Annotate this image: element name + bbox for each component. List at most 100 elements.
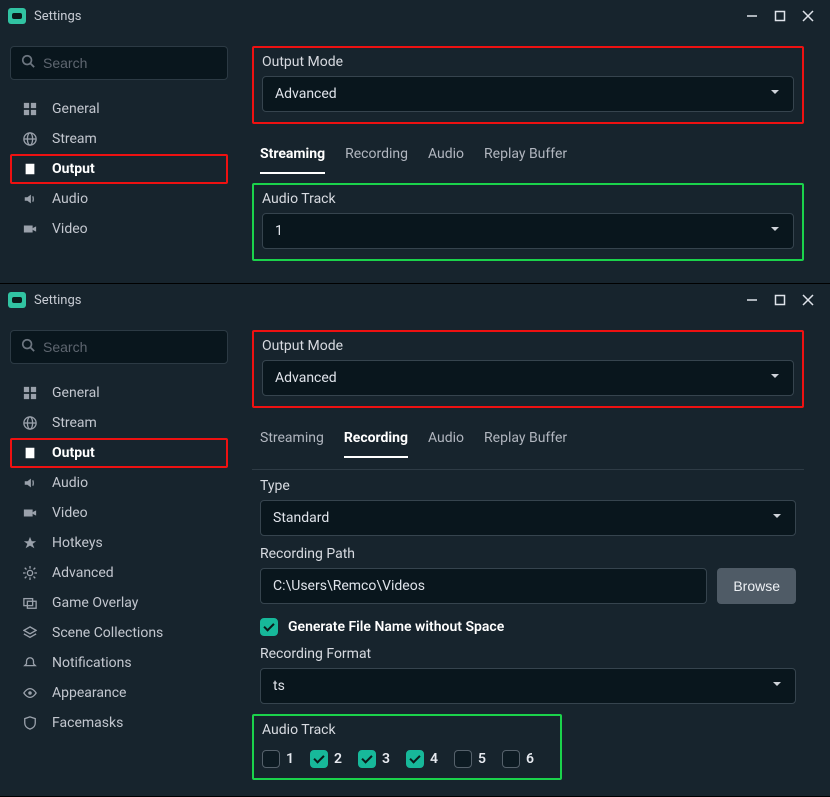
- recording-path-group: Recording Path C:\Users\Remco\Videos Bro…: [252, 546, 804, 604]
- star-icon: [20, 536, 40, 550]
- output-icon: [20, 446, 40, 460]
- select-value: Advanced: [275, 86, 337, 102]
- tab-streaming[interactable]: Streaming: [260, 426, 324, 458]
- chevron-down-icon: [769, 223, 781, 239]
- sidebar-item-audio[interactable]: Audio: [10, 468, 228, 498]
- sidebar-item-video[interactable]: Video: [10, 214, 228, 244]
- type-select[interactable]: Standard: [260, 500, 796, 536]
- shield-icon: [20, 716, 40, 730]
- close-button[interactable]: [794, 286, 822, 314]
- window-title: Settings: [34, 9, 81, 24]
- sidebar-item-advanced[interactable]: Advanced: [10, 558, 228, 588]
- settings-window-bottom: Settings General Stream Output Audio Vid…: [0, 284, 830, 797]
- tab-recording[interactable]: Recording: [344, 426, 408, 458]
- titlebar: Settings: [0, 284, 830, 316]
- output-tabs: Streaming Recording Audio Replay Buffer: [252, 414, 804, 459]
- sidebar-item-stream[interactable]: Stream: [10, 408, 228, 438]
- chevron-down-icon: [769, 370, 781, 386]
- output-mode-label: Output Mode: [262, 338, 794, 354]
- sidebar-item-scene-collections[interactable]: Scene Collections: [10, 618, 228, 648]
- audio-track-6-checkbox[interactable]: [502, 750, 520, 768]
- recording-format-select[interactable]: ts: [260, 668, 796, 704]
- main-panel: Output Mode Advanced Streaming Recording…: [238, 32, 830, 283]
- close-button[interactable]: [794, 2, 822, 30]
- window-title: Settings: [34, 293, 81, 308]
- audio-track-4-checkbox[interactable]: [406, 750, 424, 768]
- type-label: Type: [260, 478, 796, 494]
- app-icon: [8, 8, 26, 24]
- sidebar-item-audio[interactable]: Audio: [10, 184, 228, 214]
- tab-replay-buffer[interactable]: Replay Buffer: [484, 426, 567, 458]
- search-input[interactable]: [43, 55, 217, 71]
- sidebar-item-hotkeys[interactable]: Hotkeys: [10, 528, 228, 558]
- sidebar-item-notifications[interactable]: Notifications: [10, 648, 228, 678]
- output-mode-group: Output Mode Advanced: [252, 330, 804, 408]
- audio-track-5-checkbox[interactable]: [454, 750, 472, 768]
- sidebar-item-appearance[interactable]: Appearance: [10, 678, 228, 708]
- eye-icon: [20, 686, 40, 700]
- output-mode-select[interactable]: Advanced: [262, 360, 794, 396]
- audio-track-checkbox-group: Audio Track 1 2 3 4 5 6: [252, 714, 562, 780]
- audio-track-1-checkbox[interactable]: [262, 750, 280, 768]
- audio-track-2-checkbox[interactable]: [310, 750, 328, 768]
- track-label: 3: [382, 751, 390, 767]
- tab-audio[interactable]: Audio: [428, 142, 464, 174]
- tab-replay-buffer[interactable]: Replay Buffer: [484, 142, 567, 174]
- output-mode-label: Output Mode: [262, 54, 794, 70]
- sidebar-item-general[interactable]: General: [10, 378, 228, 408]
- track-label: 4: [430, 751, 438, 767]
- generate-filename-row: Generate File Name without Space: [252, 614, 804, 636]
- search-icon: [21, 54, 35, 72]
- sidebar-item-video[interactable]: Video: [10, 498, 228, 528]
- audio-track-select[interactable]: 1: [262, 213, 794, 249]
- globe-icon: [20, 416, 40, 430]
- sidebar-item-label: Audio: [52, 191, 88, 207]
- tab-audio[interactable]: Audio: [428, 426, 464, 458]
- search-icon: [21, 338, 35, 356]
- sidebar-item-general[interactable]: General: [10, 94, 228, 124]
- sidebar: General Stream Output Audio Video: [0, 32, 238, 283]
- search-field[interactable]: [10, 330, 228, 364]
- browse-button[interactable]: Browse: [717, 568, 796, 604]
- sidebar-item-facemasks[interactable]: Facemasks: [10, 708, 228, 738]
- video-icon: [20, 222, 40, 236]
- sidebar-item-label: Scene Collections: [52, 625, 163, 641]
- globe-icon: [20, 132, 40, 146]
- minimize-button[interactable]: [738, 2, 766, 30]
- minimize-button[interactable]: [738, 286, 766, 314]
- sidebar-item-label: Hotkeys: [52, 535, 103, 551]
- tab-streaming[interactable]: Streaming: [260, 142, 325, 174]
- recording-format-label: Recording Format: [260, 646, 796, 662]
- sidebar: General Stream Output Audio Video Hotkey…: [0, 316, 238, 796]
- sidebar-item-label: Facemasks: [52, 715, 123, 731]
- audio-track-label: Audio Track: [262, 722, 552, 738]
- sidebar-item-label: Audio: [52, 475, 88, 491]
- audio-track-3-checkbox[interactable]: [358, 750, 376, 768]
- sidebar-item-game-overlay[interactable]: Game Overlay: [10, 588, 228, 618]
- sidebar-item-label: Stream: [52, 131, 97, 147]
- maximize-button[interactable]: [766, 286, 794, 314]
- sidebar-item-stream[interactable]: Stream: [10, 124, 228, 154]
- separator: [252, 469, 804, 470]
- output-mode-select[interactable]: Advanced: [262, 76, 794, 112]
- sidebar-item-label: Output: [52, 161, 95, 177]
- track-label: 6: [526, 751, 534, 767]
- chevron-down-icon: [771, 678, 783, 694]
- output-tabs: Streaming Recording Audio Replay Buffer: [252, 130, 804, 175]
- speaker-icon: [20, 476, 40, 490]
- select-value: ts: [273, 678, 285, 694]
- sidebar-item-output[interactable]: Output: [10, 154, 228, 184]
- recording-path-input[interactable]: C:\Users\Remco\Videos: [260, 568, 707, 604]
- sidebar-item-label: Appearance: [52, 685, 126, 701]
- sidebar-item-label: Video: [52, 221, 88, 237]
- tab-recording[interactable]: Recording: [345, 142, 408, 174]
- generate-filename-checkbox[interactable]: [260, 618, 278, 636]
- search-field[interactable]: [10, 46, 228, 80]
- recording-format-group: Recording Format ts: [252, 646, 804, 704]
- search-input[interactable]: [43, 339, 217, 355]
- sidebar-item-label: Game Overlay: [52, 595, 138, 611]
- audio-track-label: Audio Track: [262, 191, 794, 207]
- track-label: 5: [478, 751, 486, 767]
- maximize-button[interactable]: [766, 2, 794, 30]
- sidebar-item-output[interactable]: Output: [10, 438, 228, 468]
